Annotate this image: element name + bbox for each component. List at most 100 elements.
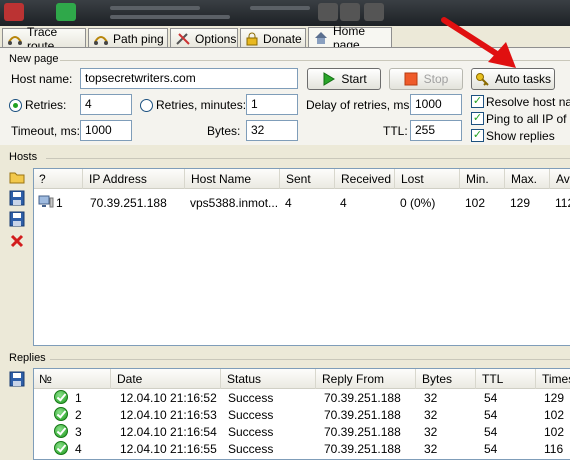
save-icon[interactable] <box>9 190 25 206</box>
tab-donate[interactable]: Donate <box>240 28 306 48</box>
reply-from: 70.39.251.188 <box>324 442 401 456</box>
col-header-avg[interactable]: Avg <box>551 169 570 189</box>
resolve-host-checkbox[interactable]: ✓ <box>471 95 484 108</box>
stop-icon <box>404 72 418 86</box>
col-header-host-name[interactable]: Host Name <box>186 169 280 189</box>
tab-home-page[interactable]: Home page <box>308 24 392 52</box>
col-header-ttl[interactable]: TTL <box>477 369 536 389</box>
save-replies-icon[interactable] <box>9 371 25 387</box>
retries-minutes-label: Retries, minutes: <box>156 98 247 112</box>
auto-tasks-button-label: Auto tasks <box>494 72 552 86</box>
open-folder-icon[interactable] <box>9 169 25 185</box>
toolbar-icon[interactable] <box>318 3 338 21</box>
col-header-date[interactable]: Date <box>112 369 221 389</box>
path-ping-icon <box>94 35 108 45</box>
reply-ttl: 54 <box>484 442 498 456</box>
reply-status: Success <box>228 442 274 456</box>
show-replies-checkbox[interactable]: ✓ <box>471 129 484 142</box>
bytes-input[interactable]: 32 <box>246 120 298 141</box>
col-header-ip-address[interactable]: IP Address <box>84 169 185 189</box>
success-icon <box>54 407 68 421</box>
host-ip: 70.39.251.188 <box>90 196 167 210</box>
key-icon <box>475 73 489 86</box>
retries-label: Retries: <box>25 98 67 112</box>
table-row[interactable]: 1 70.39.251.188 vps5388.inmot... 4 4 0 (… <box>34 193 570 211</box>
stop-button-label: Stop <box>423 72 449 86</box>
reply-status: Success <box>228 425 274 439</box>
success-icon <box>54 441 68 455</box>
retries-radio[interactable] <box>9 99 22 112</box>
hosts-group-label: Hosts <box>9 151 38 163</box>
timeout-input[interactable]: 1000 <box>80 120 132 141</box>
reply-date: 12.04.10 21:16:53 <box>120 408 217 422</box>
reply-status: Success <box>228 408 274 422</box>
reply-bytes: 32 <box>424 442 438 456</box>
green-app-icon <box>56 3 76 21</box>
retries-input[interactable]: 4 <box>80 94 132 115</box>
col-header-min[interactable]: Min. <box>461 169 505 189</box>
hosts-table-header: ? IP Address Host Name Sent Received Los… <box>34 169 570 189</box>
ttl-input[interactable]: 255 <box>410 120 462 141</box>
delete-icon[interactable] <box>9 233 25 249</box>
reply-status: Success <box>228 391 274 405</box>
reply-num: 4 <box>75 442 82 456</box>
reply-date: 12.04.10 21:16:55 <box>120 442 217 456</box>
col-header-status[interactable]: Status <box>222 369 316 389</box>
start-button-label: Start <box>341 72 367 86</box>
col-header-times[interactable]: Times <box>537 369 570 389</box>
toolbar-icon[interactable] <box>340 3 360 21</box>
table-row[interactable]: 4 12.04.10 21:16:55 Success 70.39.251.18… <box>34 440 570 457</box>
bytes-label: Bytes: <box>207 124 241 138</box>
tab-label: Options <box>195 31 237 46</box>
tab-path-ping[interactable]: Path ping <box>88 28 168 48</box>
tab-trace-route[interactable]: Trace route <box>2 25 86 53</box>
host-name-label: Host name: <box>11 72 73 86</box>
play-icon <box>323 72 336 86</box>
success-icon <box>54 390 68 404</box>
hosts-table[interactable]: ? IP Address Host Name Sent Received Los… <box>33 168 570 346</box>
reply-ttl: 54 <box>484 425 498 439</box>
retries-minutes-radio[interactable] <box>140 99 153 112</box>
trace-route-icon <box>8 35 22 45</box>
reply-bytes: 32 <box>424 391 438 405</box>
host-name-input[interactable]: topsecretwriters.com <box>80 68 298 89</box>
retries-minutes-input[interactable]: 1 <box>246 94 298 115</box>
col-header-max[interactable]: Max. <box>506 169 550 189</box>
reply-time: 102 <box>544 408 565 422</box>
red-arrow-annotation <box>441 17 516 68</box>
toolbar-icon[interactable] <box>364 3 384 21</box>
reply-num: 2 <box>75 408 82 422</box>
reply-time: 129 <box>544 391 565 405</box>
ping-all-ip-checkbox[interactable]: ✓ <box>471 112 484 125</box>
table-row[interactable]: 2 12.04.10 21:16:53 Success 70.39.251.18… <box>34 406 570 423</box>
col-header-lost[interactable]: Lost <box>396 169 460 189</box>
reply-ttl: 54 <box>484 391 498 405</box>
col-header-reply-from[interactable]: Reply From <box>317 369 416 389</box>
group-divider <box>50 359 570 360</box>
reply-date: 12.04.10 21:16:54 <box>120 425 217 439</box>
start-button[interactable]: Start <box>307 68 381 90</box>
reply-time: 102 <box>544 425 565 439</box>
timeout-label: Timeout, ms: <box>11 124 80 138</box>
new-page-group-label: New page <box>9 53 59 65</box>
reply-from: 70.39.251.188 <box>324 425 401 439</box>
col-header-sent[interactable]: Sent <box>281 169 335 189</box>
delay-input[interactable]: 1000 <box>410 94 462 115</box>
table-row[interactable]: 3 12.04.10 21:16:54 Success 70.39.251.18… <box>34 423 570 440</box>
reply-num: 1 <box>75 391 82 405</box>
col-header-bytes[interactable]: Bytes <box>417 369 476 389</box>
success-icon <box>54 424 68 438</box>
tab-label: Path ping <box>113 31 164 46</box>
host-received: 4 <box>340 196 347 210</box>
group-divider <box>46 158 570 159</box>
tab-options[interactable]: Options <box>170 28 238 48</box>
reply-date: 12.04.10 21:16:52 <box>120 391 217 405</box>
replies-group-label: Replies <box>9 352 46 364</box>
col-header-question[interactable]: ? <box>34 169 83 189</box>
save-as-icon[interactable] <box>9 211 25 227</box>
col-header-received[interactable]: Received <box>336 169 395 189</box>
table-row[interactable]: 1 12.04.10 21:16:52 Success 70.39.251.18… <box>34 389 570 406</box>
home-page-icon <box>315 32 327 44</box>
col-header-number[interactable]: № <box>34 369 111 389</box>
replies-table[interactable]: № Date Status Reply From Bytes TTL Times… <box>33 368 570 460</box>
